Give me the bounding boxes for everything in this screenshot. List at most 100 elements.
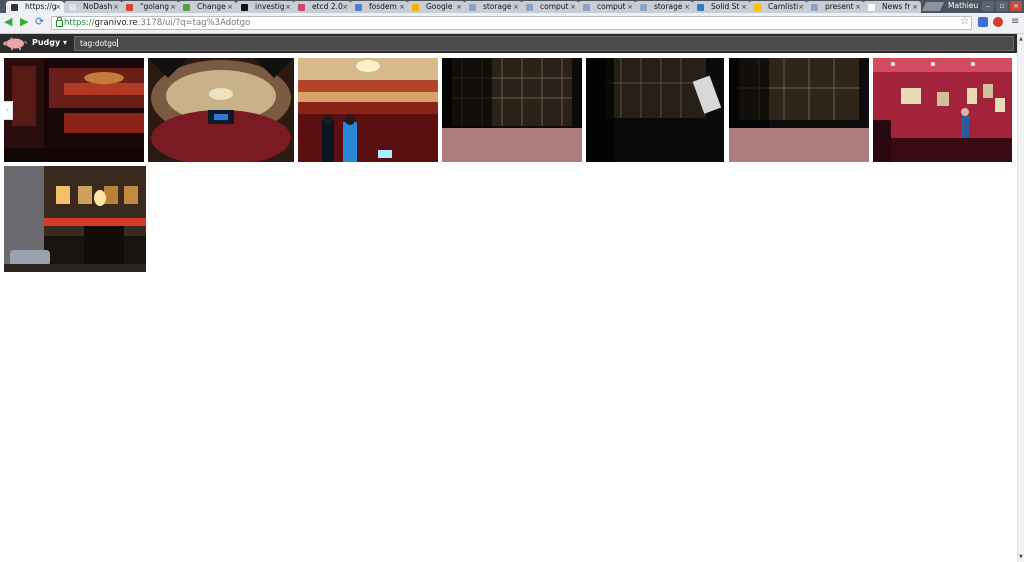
- url-text[interactable]: https://granivo.re:3178/ui/?q=tag%3Adotg…: [64, 17, 250, 29]
- tab-label: present: [825, 2, 854, 11]
- tab-favicon-icon: [241, 4, 248, 11]
- photo-thumbnail[interactable]: [586, 58, 724, 162]
- tab-favicon-icon: [412, 4, 419, 11]
- close-icon[interactable]: ×: [342, 1, 348, 13]
- star-icon[interactable]: ☆: [960, 16, 969, 28]
- tab-favicon-icon: [811, 4, 818, 11]
- browser-tab[interactable]: etcd 2.0 ×: [293, 1, 351, 13]
- tab-label: etcd 2.0: [312, 2, 343, 11]
- tab-favicon-icon: [754, 4, 761, 11]
- tab-favicon-icon: [355, 4, 362, 11]
- forward-icon[interactable]: ▶: [20, 16, 28, 28]
- photo-thumbnail[interactable]: [442, 58, 582, 162]
- browser-tab[interactable]: https://g ×: [6, 1, 64, 13]
- pig-logo-icon[interactable]: [2, 37, 28, 50]
- scroll-up-icon[interactable]: ▲: [1019, 36, 1023, 42]
- address-bar[interactable]: https://granivo.re:3178/ui/?q=tag%3Adotg…: [51, 16, 972, 30]
- url-scheme: https://: [64, 18, 95, 28]
- browser-tab[interactable]: investig ×: [236, 1, 294, 13]
- browser-tab[interactable]: Change ×: [178, 1, 236, 13]
- close-icon[interactable]: ×: [285, 1, 291, 13]
- stop-extension-icon[interactable]: [993, 17, 1003, 27]
- profile-name[interactable]: Mathieu: [948, 0, 978, 12]
- close-icon[interactable]: ×: [855, 1, 861, 13]
- search-input[interactable]: tag:dotgo: [74, 36, 1014, 51]
- browser-tab[interactable]: comput ×: [521, 1, 579, 13]
- app-header: Pudgy ▾ tag:dotgo: [0, 34, 1017, 53]
- photo-thumbnail[interactable]: [148, 58, 294, 162]
- browser-tab[interactable]: storage ×: [464, 1, 522, 13]
- tab-label: storage: [654, 2, 683, 11]
- close-icon[interactable]: ×: [570, 1, 576, 13]
- browser-tab[interactable]: News fr ×: [863, 1, 921, 13]
- back-icon[interactable]: ◀: [4, 16, 12, 28]
- menu-icon[interactable]: ≡: [1011, 16, 1019, 28]
- close-icon[interactable]: ×: [627, 1, 633, 13]
- tab-favicon-icon: [697, 4, 704, 11]
- scroll-down-icon[interactable]: ▼: [1019, 554, 1023, 560]
- page-scrollbar[interactable]: ▲ ▼: [1017, 34, 1024, 562]
- browser-toolbar: ◀ ▶ ⟳ https://granivo.re:3178/ui/?q=tag%…: [0, 13, 1024, 34]
- tab-favicon-icon: [868, 4, 875, 11]
- tab-favicon-icon: [640, 4, 647, 11]
- lock-icon: [56, 17, 63, 27]
- minimize-button[interactable]: –: [982, 1, 994, 11]
- brand-menu[interactable]: Pudgy ▾: [32, 38, 67, 48]
- close-icon[interactable]: ×: [227, 1, 233, 13]
- photo-thumbnail[interactable]: [4, 166, 146, 272]
- close-icon[interactable]: ×: [113, 1, 119, 13]
- search-value: tag:dotgo: [80, 39, 117, 48]
- photo-thumbnail[interactable]: [298, 58, 438, 162]
- browser-tab[interactable]: fosdem ×: [350, 1, 408, 13]
- url-path: :3178/ui/?q=tag%3Adotgo: [137, 18, 251, 28]
- tab-label: NoDash: [83, 2, 113, 11]
- tab-label: Camlisti: [768, 2, 799, 11]
- close-icon[interactable]: ×: [741, 1, 747, 13]
- tab-label: Change: [197, 2, 226, 11]
- close-icon[interactable]: ×: [513, 1, 519, 13]
- browser-tab[interactable]: "golang ×: [121, 1, 179, 13]
- tab-strip: https://g × NoDash × "golang × Change × investig…: [0, 0, 1024, 13]
- tab-favicon-icon: [583, 4, 590, 11]
- close-icon[interactable]: ×: [912, 1, 918, 13]
- tab-label: comput: [540, 2, 569, 11]
- close-icon[interactable]: ×: [456, 1, 462, 13]
- side-panel-toggle[interactable]: ‹: [3, 101, 13, 120]
- close-icon[interactable]: ×: [170, 1, 176, 13]
- photo-thumbnail[interactable]: [873, 58, 1012, 162]
- extension-icon[interactable]: [978, 17, 988, 27]
- browser-tab[interactable]: Google ×: [407, 1, 465, 13]
- browser-tab[interactable]: Solid St ×: [692, 1, 750, 13]
- tab-label: Google: [426, 2, 453, 11]
- tab-label: comput: [597, 2, 626, 11]
- tab-label: "golang: [140, 2, 169, 11]
- close-icon[interactable]: ×: [399, 1, 405, 13]
- maximize-button[interactable]: ▫: [996, 1, 1008, 11]
- reload-icon[interactable]: ⟳: [35, 16, 44, 28]
- tab-favicon-icon: [526, 4, 533, 11]
- tab-label: storage: [483, 2, 512, 11]
- tab-favicon-icon: [183, 4, 190, 11]
- photo-thumbnail[interactable]: [729, 58, 869, 162]
- tab-favicon-icon: [298, 4, 305, 11]
- close-icon[interactable]: ×: [684, 1, 690, 13]
- tab-favicon-icon: [69, 4, 76, 11]
- url-host: granivo.re: [94, 18, 138, 28]
- tab-favicon-icon: [11, 4, 18, 11]
- tab-favicon-icon: [126, 4, 133, 11]
- close-icon[interactable]: ×: [798, 1, 804, 13]
- browser-tab[interactable]: NoDash ×: [64, 1, 122, 13]
- tab-label: fosdem: [369, 2, 397, 11]
- browser-tab[interactable]: present ×: [806, 1, 864, 13]
- text-caret: [117, 39, 119, 47]
- tab-label: https://g: [25, 2, 57, 11]
- tab-label: Solid St: [711, 2, 740, 11]
- browser-tab[interactable]: Camlisti ×: [749, 1, 807, 13]
- tab-label: News fr: [882, 2, 911, 11]
- browser-tab[interactable]: storage ×: [635, 1, 693, 13]
- close-window-button[interactable]: ×: [1010, 1, 1022, 11]
- photo-thumbnail[interactable]: [4, 58, 144, 162]
- close-icon[interactable]: ×: [55, 1, 61, 13]
- new-tab-button[interactable]: [921, 2, 945, 11]
- browser-tab[interactable]: comput ×: [578, 1, 636, 13]
